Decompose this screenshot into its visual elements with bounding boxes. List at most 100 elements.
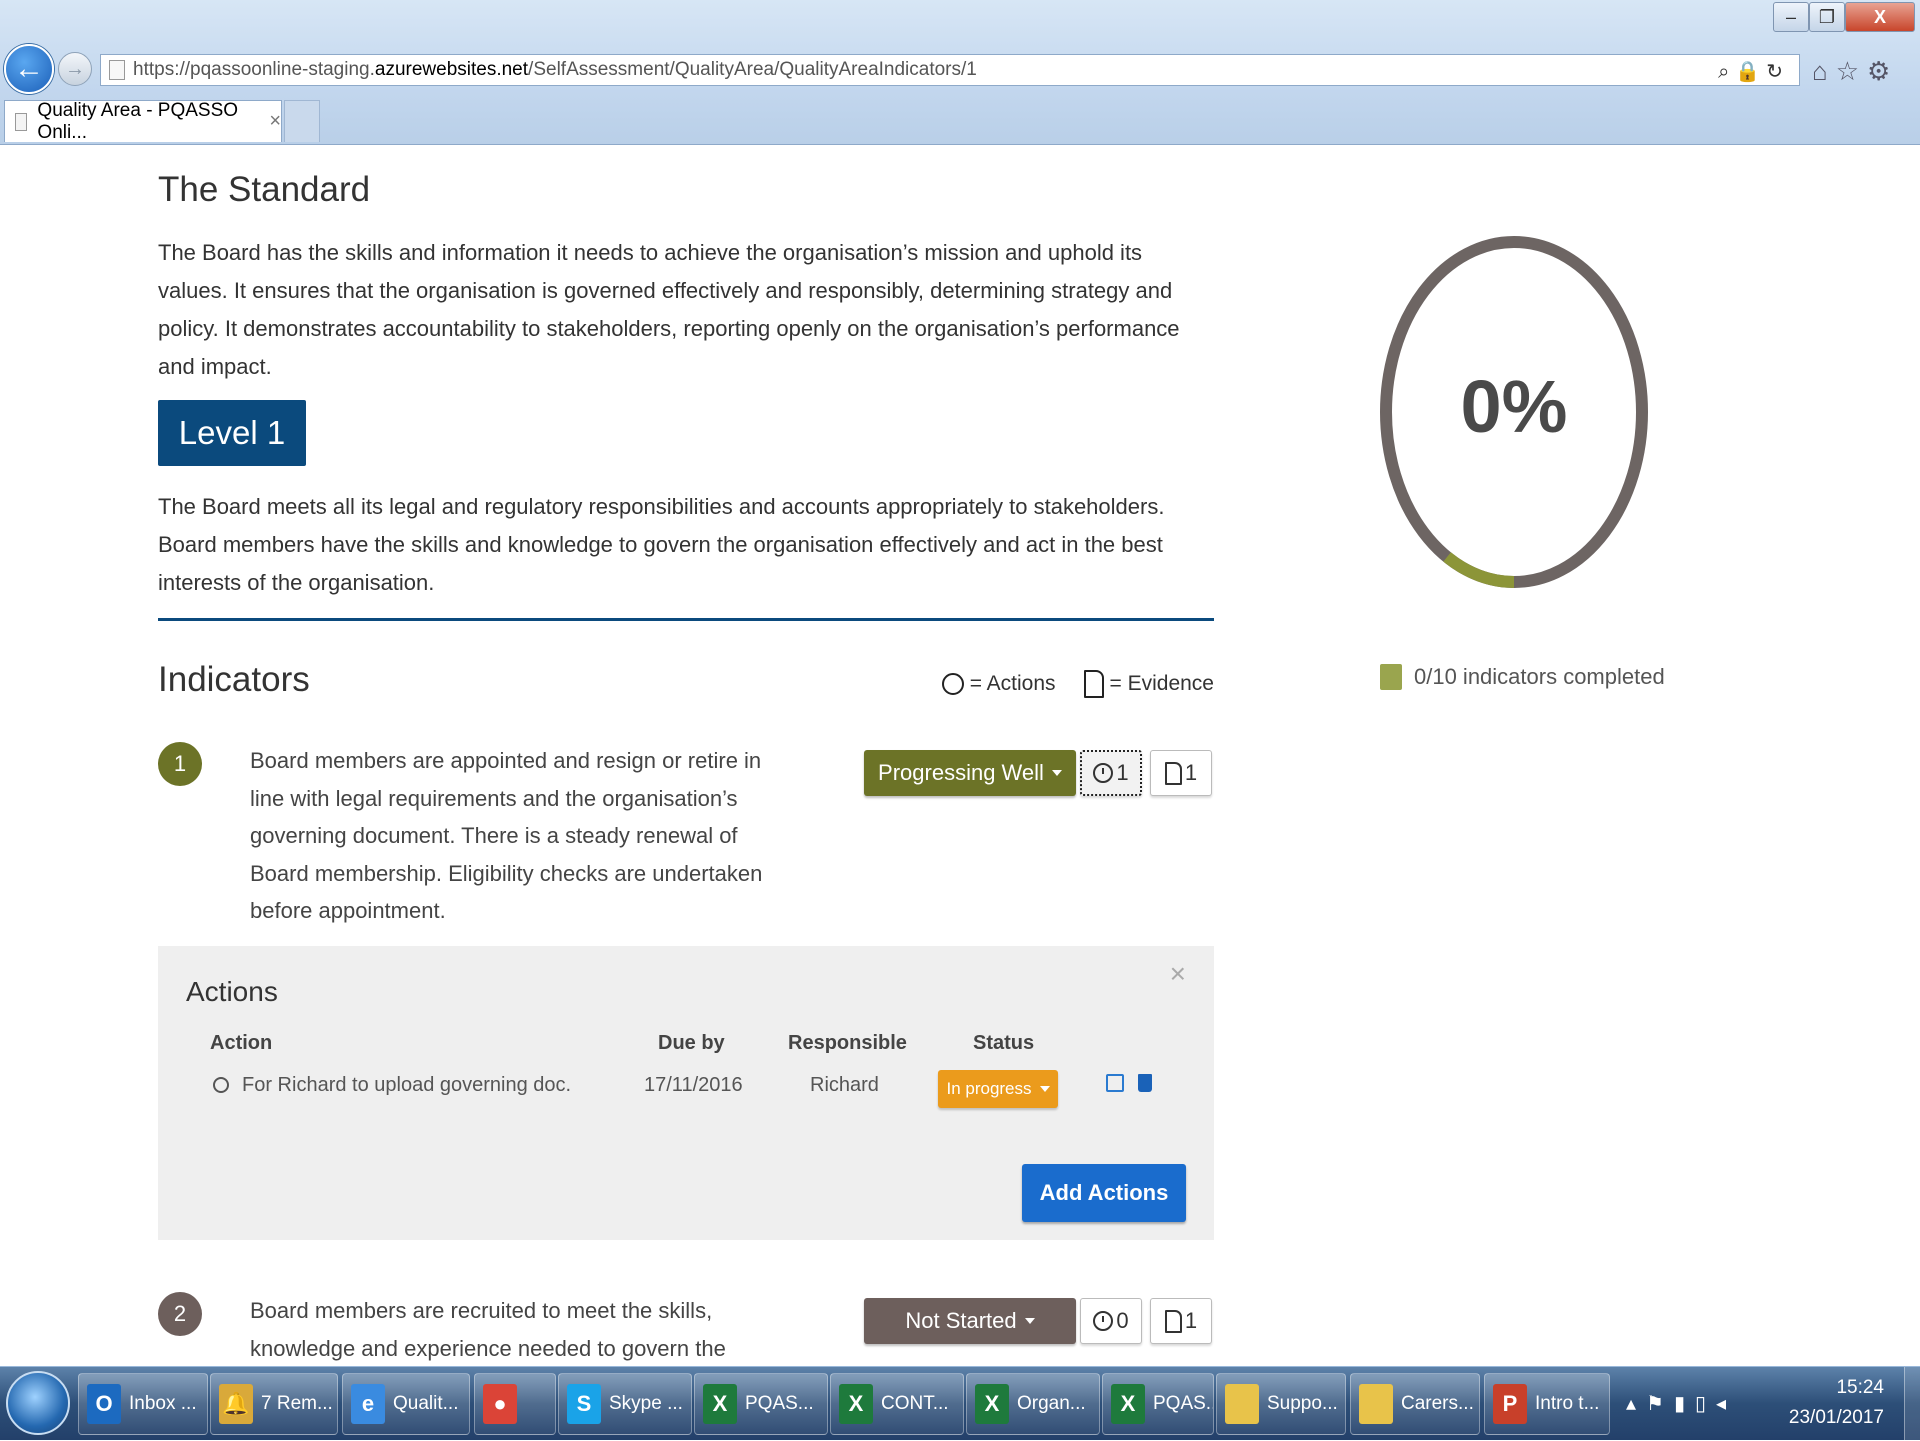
clock-time[interactable]: 15:24 <box>1836 1377 1884 1399</box>
taskbar-item[interactable]: O Inbox ... <box>78 1373 208 1435</box>
arrow-right-icon: → <box>65 57 85 80</box>
start-button[interactable] <box>6 1371 70 1435</box>
close-window-button[interactable]: X <box>1845 2 1915 32</box>
window-titlebar: – ❐ X <box>0 0 1920 44</box>
status-dropdown-button[interactable]: Progressing Well <box>864 750 1076 796</box>
taskbar-item-label: PQAS... <box>1153 1393 1213 1414</box>
close-icon[interactable]: × <box>1170 958 1186 990</box>
section-divider <box>158 618 1214 621</box>
legend-actions-label: = Actions <box>969 672 1056 695</box>
status-dropdown-button[interactable]: Not Started <box>864 1298 1076 1344</box>
gear-icon[interactable]: ⚙ <box>1867 56 1898 86</box>
search-icon[interactable]: ⌕ <box>1718 61 1735 83</box>
page-icon <box>15 112 28 131</box>
system-tray: ▴⚑▮▯◂ 15:24 23/01/2017 <box>1614 1367 1920 1441</box>
evidence-count-button[interactable]: 1 <box>1150 750 1212 796</box>
action-text: For Richard to upload governing doc. <box>242 1074 572 1096</box>
trash-icon[interactable] <box>1138 1074 1152 1092</box>
document-icon <box>1164 1309 1182 1333</box>
volume-icon[interactable]: ◂ <box>1716 1393 1736 1415</box>
url-path: /SelfAssessment/QualityArea/QualityAreaI… <box>528 59 977 80</box>
taskbar-item[interactable]: Suppo... <box>1216 1373 1346 1435</box>
browser-toolbar-icons: ⌂☆⚙ <box>1812 56 1898 87</box>
clock-date[interactable]: 23/01/2017 <box>1789 1407 1884 1429</box>
minimize-button[interactable]: – <box>1773 2 1809 32</box>
back-button[interactable]: ← <box>4 44 54 94</box>
flag-icon[interactable]: ⚑ <box>1646 1393 1674 1415</box>
actions-count-button[interactable]: 0 <box>1080 1298 1142 1344</box>
show-desktop-button[interactable] <box>1904 1367 1920 1441</box>
progress-ring-arc <box>1443 552 1515 588</box>
document-icon <box>1083 670 1104 698</box>
level-description: The Board meets all its legal and regula… <box>158 494 1165 595</box>
taskbar-item[interactable]: Carers... <box>1350 1373 1480 1435</box>
page-icon <box>109 60 125 80</box>
status-label: Progressing Well <box>878 760 1044 785</box>
home-icon[interactable]: ⌂ <box>1812 56 1836 86</box>
edit-icon[interactable] <box>1106 1074 1124 1092</box>
actions-count-button[interactable]: 1 <box>1080 750 1142 796</box>
taskbar-item-label: Suppo... <box>1267 1393 1338 1414</box>
app-icon: X <box>703 1384 737 1424</box>
indicator-text: Board members are appointed and resign o… <box>250 748 763 923</box>
power-icon[interactable]: ▯ <box>1695 1393 1716 1415</box>
url-prefix: https://pqassoonline-staging. <box>133 59 375 80</box>
app-icon: X <box>975 1384 1009 1424</box>
document-icon <box>1164 761 1182 785</box>
column-header-responsible: Responsible <box>788 1032 907 1054</box>
forward-button[interactable]: → <box>58 52 92 86</box>
caret-down-icon <box>1039 1086 1050 1092</box>
taskbar-item[interactable]: S Skype ... <box>558 1373 692 1435</box>
refresh-icon[interactable]: ↻ <box>1766 61 1789 83</box>
progress-percent: 0% <box>1461 365 1568 448</box>
taskbar-item-label: Intro t... <box>1535 1393 1600 1414</box>
caret-down-icon <box>1051 770 1062 776</box>
standard-heading: The Standard <box>158 170 371 209</box>
taskbar-item[interactable]: P Intro t... <box>1484 1373 1610 1435</box>
app-icon: X <box>1111 1384 1145 1424</box>
actions-count: 0 <box>1116 1308 1129 1333</box>
action-status-dropdown[interactable]: In progress <box>938 1070 1058 1108</box>
taskbar-item-label: 7 Rem... <box>261 1393 333 1414</box>
action-status-label: In progress <box>946 1079 1032 1098</box>
taskbar-item[interactable]: X PQAS... <box>694 1373 828 1435</box>
standard-text: The Board has the skills and information… <box>158 240 1180 379</box>
taskbar-item-label: Skype ... <box>609 1393 683 1414</box>
page-content: The Standard The Board has the skills an… <box>0 146 1920 1366</box>
completed-swatch <box>1380 664 1402 690</box>
column-header-status: Status <box>973 1032 1035 1054</box>
address-bar[interactable]: https://pqassoonline-staging.azurewebsit… <box>100 54 1800 86</box>
taskbar-item[interactable]: X CONT... <box>830 1373 964 1435</box>
app-icon: e <box>351 1384 385 1424</box>
clock-icon <box>1093 763 1114 783</box>
url-text[interactable]: https://pqassoonline-staging.azurewebsit… <box>133 59 977 81</box>
maximize-button[interactable]: ❐ <box>1809 2 1845 32</box>
level-badge: Level 1 <box>158 400 306 466</box>
evidence-count-button[interactable]: 1 <box>1150 1298 1212 1344</box>
browser-chrome: – ❐ X ← → https://pqassoonline-staging.a… <box>0 0 1920 145</box>
tray-icons: ▴⚑▮▯◂ <box>1626 1391 1736 1416</box>
column-header-due: Due by <box>658 1032 725 1054</box>
app-icon: O <box>87 1384 121 1424</box>
legend-evidence-label: = Evidence <box>1109 672 1215 695</box>
chevron-up-icon[interactable]: ▴ <box>1626 1393 1646 1415</box>
add-actions-button[interactable]: Add Actions <box>1022 1164 1186 1222</box>
app-icon: ● <box>483 1384 517 1424</box>
indicator-text: Board members are recruited to meet the … <box>250 1298 726 1361</box>
taskbar-item[interactable]: X PQAS... <box>1102 1373 1214 1435</box>
taskbar-item[interactable]: ● <box>474 1373 556 1435</box>
tab-close-icon[interactable]: × <box>269 110 281 133</box>
app-icon: S <box>567 1384 601 1424</box>
taskbar-item[interactable]: e Qualit... <box>342 1373 470 1435</box>
taskbar-item[interactable]: 🔔 7 Rem... <box>210 1373 338 1435</box>
taskbar-item[interactable]: X Organ... <box>966 1373 1100 1435</box>
action-responsible: Richard <box>810 1074 879 1096</box>
star-icon[interactable]: ☆ <box>1836 56 1867 86</box>
lock-icon[interactable]: 🔒 <box>1735 61 1766 83</box>
signal-icon[interactable]: ▮ <box>1674 1393 1695 1415</box>
status-label: Not Started <box>905 1308 1017 1333</box>
app-icon <box>1225 1384 1259 1424</box>
taskbar-item-label: Organ... <box>1017 1393 1086 1414</box>
browser-tab-active[interactable]: Quality Area - PQASSO Onli... × <box>4 100 282 143</box>
new-tab-button[interactable] <box>284 100 320 142</box>
